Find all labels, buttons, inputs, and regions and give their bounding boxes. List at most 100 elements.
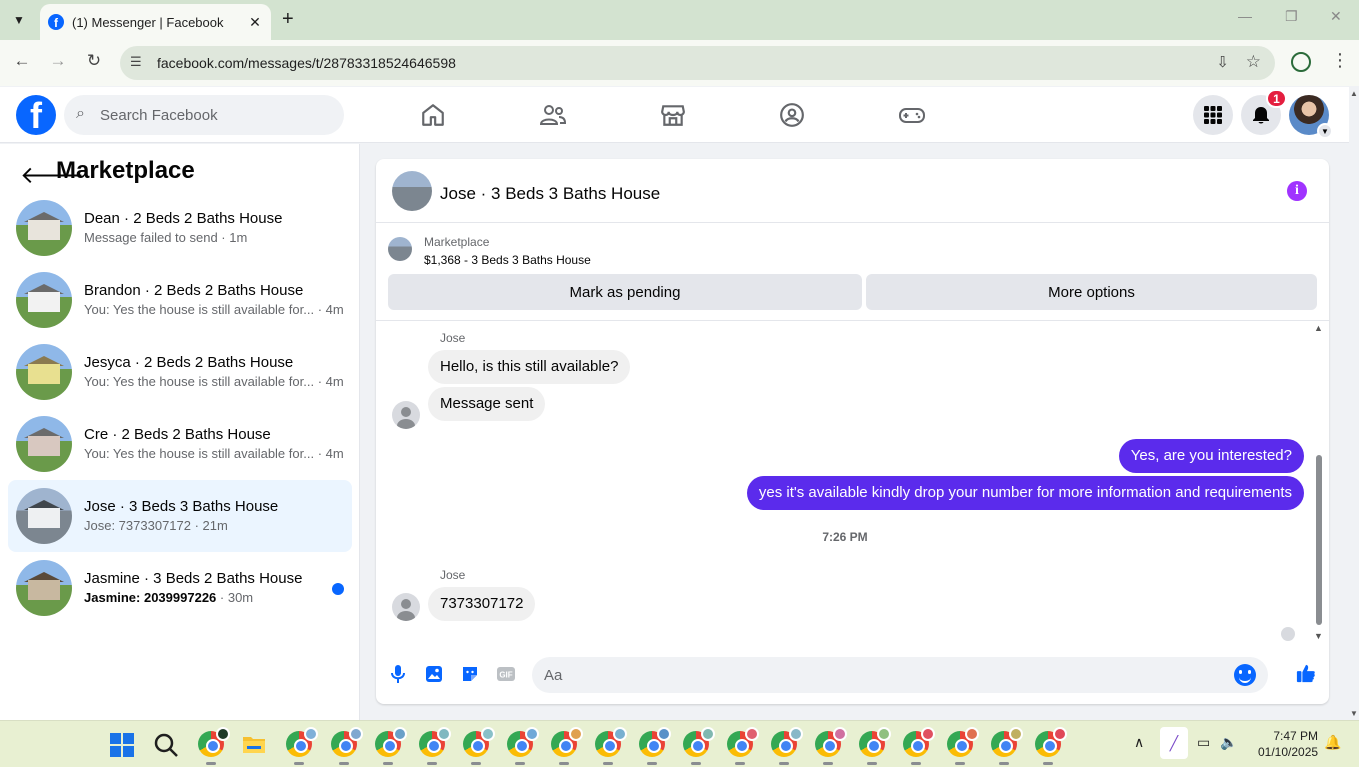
taskbar-chrome-icon[interactable] [286, 727, 318, 765]
gif-icon[interactable]: GIF [496, 664, 516, 684]
emoji-icon[interactable] [1234, 664, 1256, 686]
search-box[interactable]: ⌕ [64, 95, 344, 135]
search-input[interactable] [100, 95, 330, 135]
conversation-item-dean[interactable]: Dean · 2 Beds 2 Baths House Message fail… [8, 192, 352, 264]
window-close-icon[interactable]: ✕ [1330, 8, 1342, 25]
tab-search-chevron-icon[interactable]: ▼ [6, 7, 32, 33]
taskbar-chrome-icon[interactable] [727, 727, 759, 765]
message-sender-name: Jose [440, 568, 466, 582]
browser-tab-active[interactable]: f (1) Messenger | Facebook ✕ [40, 4, 271, 40]
back-icon[interactable]: ← [10, 51, 34, 71]
microphone-icon[interactable] [388, 664, 408, 684]
notification-center-bell-icon[interactable]: 🔔 [1324, 734, 1341, 751]
conversation-name: Jesyca · 2 Beds 2 Baths House [84, 354, 294, 371]
thumbs-up-like-icon[interactable] [1296, 663, 1316, 683]
sticker-icon[interactable] [460, 664, 480, 684]
listing-summary[interactable]: Marketplace $1,368 - 3 Beds 3 Baths Hous… [388, 235, 888, 267]
taskbar-chrome-icon[interactable] [639, 727, 671, 765]
url-text[interactable]: facebook.com/messages/t/2878331852464659… [157, 55, 456, 71]
message-input[interactable] [544, 657, 1224, 693]
conversation-item-jasmine[interactable]: Jasmine · 3 Beds 2 Baths House Jasmine: … [8, 552, 352, 624]
taskbar-chrome-icon[interactable] [991, 727, 1023, 765]
taskbar-chrome-icon[interactable] [815, 727, 847, 765]
home-icon[interactable] [417, 99, 449, 131]
scroll-up-arrow-icon[interactable]: ▲ [1314, 323, 1323, 333]
minimize-icon[interactable]: — [1238, 8, 1252, 24]
taskbar-chrome-icon[interactable] [771, 727, 803, 765]
conversation-preview: Jasmine: 2039997226 · 30m [84, 590, 254, 605]
page-scrollbar[interactable]: ▲ ▼ [1349, 87, 1359, 720]
incoming-message[interactable]: 7373307172 [428, 587, 536, 621]
tab-title: (1) Messenger | Facebook [72, 14, 224, 30]
reload-icon[interactable]: ↻ [82, 51, 106, 71]
taskbar-chrome-icon[interactable] [507, 727, 539, 765]
restore-icon[interactable]: ❐ [1285, 8, 1298, 25]
taskbar-chrome-icon[interactable] [419, 727, 451, 765]
scroll-down-arrow-icon[interactable]: ▼ [1314, 631, 1323, 641]
mark-as-pending-button[interactable]: Mark as pending [388, 274, 862, 310]
more-options-button[interactable]: More options [866, 274, 1317, 310]
outgoing-message[interactable]: Yes, are you interested? [1118, 439, 1304, 473]
conversation-item-jose[interactable]: Jose · 3 Beds 3 Baths House Jose: 737330… [8, 480, 352, 552]
tray-overflow-chevron-icon[interactable]: ∧ [1134, 734, 1144, 751]
windows-start-icon[interactable] [110, 733, 134, 757]
message-input-box[interactable] [532, 657, 1268, 693]
taskbar-clock[interactable]: 7:47 PM 01/10/2025 [1258, 728, 1318, 760]
friends-icon[interactable] [537, 99, 569, 131]
bookmark-star-icon[interactable]: ☆ [1246, 52, 1261, 72]
incoming-message[interactable]: Hello, is this still available? [428, 350, 631, 384]
account-chevron-down-icon[interactable]: ▼ [1317, 123, 1333, 139]
scroll-down-arrow-icon[interactable]: ▼ [1350, 709, 1358, 718]
taskbar-file-explorer-icon[interactable] [241, 731, 267, 757]
browser-menu-icon[interactable]: ⋮ [1331, 50, 1349, 71]
taskbar-chrome-icon[interactable] [198, 727, 230, 765]
new-tab-icon[interactable]: + [282, 8, 294, 30]
conversation-item-cre[interactable]: Cre · 2 Beds 2 Baths House You: Yes the … [8, 408, 352, 480]
profile-avatar[interactable]: ▼ [1289, 95, 1333, 139]
facebook-favicon-icon: f [48, 14, 64, 30]
taskbar-chrome-icon[interactable] [375, 727, 407, 765]
taskbar-chrome-icon[interactable] [903, 727, 935, 765]
taskbar-chrome-icon[interactable] [1035, 727, 1067, 765]
site-info-icon[interactable]: ☰ [130, 54, 142, 70]
taskbar-chrome-icon[interactable] [463, 727, 495, 765]
network-icon[interactable]: ▭ [1197, 734, 1210, 751]
taskbar-chrome-icon[interactable] [595, 727, 627, 765]
sender-avatar[interactable] [392, 593, 420, 621]
scrollbar-thumb[interactable] [1316, 455, 1322, 625]
message-sender-name: Jose [440, 331, 466, 345]
info-icon[interactable]: i [1287, 181, 1307, 201]
tab-close-icon[interactable]: ✕ [245, 14, 265, 31]
conversation-preview: Message failed to send · 1m [84, 230, 248, 245]
taskbar-chrome-icon[interactable] [859, 727, 891, 765]
conversation-item-brandon[interactable]: Brandon · 2 Beds 2 Baths House You: Yes … [8, 264, 352, 336]
sender-avatar[interactable] [392, 401, 420, 429]
install-app-icon[interactable]: ⇩ [1216, 53, 1229, 71]
gaming-icon[interactable] [896, 99, 928, 131]
taskbar-chrome-icon[interactable] [331, 727, 363, 765]
taskbar-chrome-icon[interactable] [947, 727, 979, 765]
volume-icon[interactable]: 🔈 [1220, 734, 1237, 751]
taskbar-chrome-icon[interactable] [683, 727, 715, 765]
outgoing-message[interactable]: yes it's available kindly drop your numb… [746, 476, 1304, 510]
taskbar-chrome-icon[interactable] [551, 727, 583, 765]
conversation-preview: You: Yes the house is still available fo… [84, 374, 344, 389]
chat-title[interactable]: Jose · 3 Beds 3 Baths House [440, 184, 660, 204]
conversation-item-jesyca[interactable]: Jesyca · 2 Beds 2 Baths House You: Yes t… [8, 336, 352, 408]
tray-pen-icon[interactable]: ╱ [1160, 727, 1188, 759]
taskbar-search-icon[interactable] [153, 732, 179, 758]
marketplace-icon[interactable] [657, 99, 689, 131]
listing-thumbnail [16, 344, 72, 400]
address-bar[interactable]: ☰ facebook.com/messages/t/28783318524646… [120, 46, 1275, 80]
browser-profile-icon[interactable] [1291, 52, 1311, 72]
groups-icon[interactable] [776, 99, 808, 131]
forward-icon[interactable]: → [46, 51, 70, 71]
scroll-up-arrow-icon[interactable]: ▲ [1350, 89, 1358, 98]
menu-grid-icon[interactable] [1193, 95, 1233, 135]
listing-thumbnail [16, 272, 72, 328]
facebook-logo-icon[interactable]: f [16, 95, 56, 135]
photo-icon[interactable] [424, 664, 444, 684]
chat-scrollbar[interactable]: ▲ ▼ [1314, 323, 1324, 641]
chat-listing-avatar[interactable] [392, 171, 432, 211]
incoming-message[interactable]: Message sent [428, 387, 546, 421]
